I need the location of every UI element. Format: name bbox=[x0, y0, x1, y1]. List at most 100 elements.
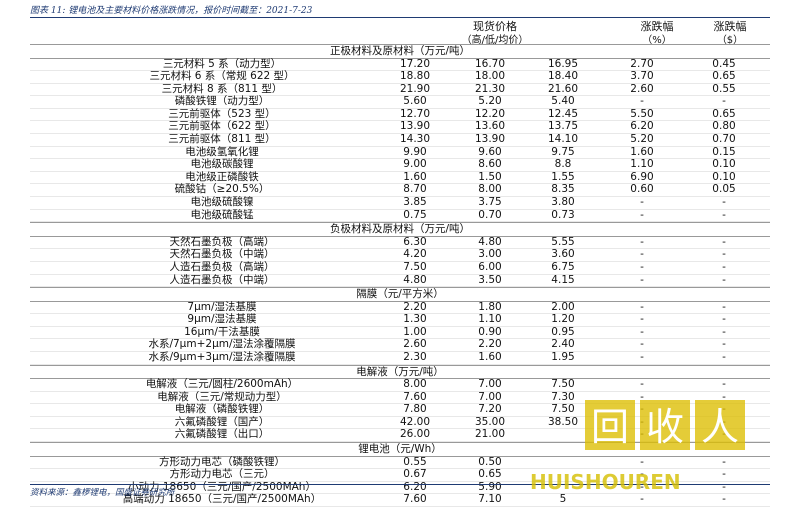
row-value: 21.30 bbox=[474, 82, 506, 95]
table-row: 硫酸钴（≥20.5%） 8.70 8.00 8.35 0.60 0.05 bbox=[30, 183, 770, 198]
row-value: 6.20 bbox=[630, 120, 654, 133]
row-value: 18.00 bbox=[474, 70, 506, 83]
row-value: 8.8 bbox=[554, 158, 572, 171]
row-value: 4.15 bbox=[551, 273, 575, 286]
row-value: 0.70 bbox=[478, 208, 502, 221]
row-value: - bbox=[722, 300, 726, 313]
row-value: - bbox=[722, 248, 726, 261]
row-value: 7.00 bbox=[478, 390, 502, 403]
table-row: 电池级氢氧化锂 9.90 9.60 9.75 1.60 0.15 bbox=[30, 145, 770, 160]
row-value: 8.00 bbox=[403, 378, 427, 391]
row-value: 0.75 bbox=[403, 208, 427, 221]
row-label: 三元材料 5 系（动力型） bbox=[162, 57, 282, 70]
row-label: 电解液（三元/常规动力型） bbox=[157, 390, 287, 403]
row-value: 8.35 bbox=[551, 183, 575, 196]
row-value: - bbox=[722, 338, 726, 351]
row-value: - bbox=[640, 273, 644, 286]
row-value: 12.20 bbox=[474, 107, 506, 120]
row-value: 0.95 bbox=[551, 325, 575, 338]
row-value: 0.10 bbox=[712, 170, 736, 183]
row-label: 水系/7μm+2μm/湿法涂覆隔膜 bbox=[148, 338, 296, 351]
row-value: - bbox=[640, 95, 644, 108]
row-value: 3.80 bbox=[551, 196, 575, 209]
table-row: 电解液（三元/圆柱/2600mAh） 8.00 7.00 7.50 - - bbox=[30, 378, 770, 392]
source-note: 资料来源：鑫椤锂电，国盛证券研究所 bbox=[30, 488, 175, 498]
row-value: 1.60 bbox=[630, 145, 654, 158]
row-value: 0.80 bbox=[712, 120, 736, 133]
row-label: 三元材料 8 系（811 型） bbox=[161, 82, 283, 95]
table-caption: 图表 11: 锂电池及主要材料价格涨跌情况，报价时间截至：2021-7-23 bbox=[30, 6, 313, 16]
row-label: 电池级硫酸镍 bbox=[190, 196, 254, 209]
row-value: - bbox=[722, 325, 726, 338]
row-value: 2.40 bbox=[551, 338, 575, 351]
table-row: 水系/7μm+2μm/湿法涂覆隔膜 2.60 2.20 2.40 - - bbox=[30, 339, 770, 352]
row-value: 14.30 bbox=[399, 133, 431, 146]
row-label: 电池级碳酸锂 bbox=[190, 158, 254, 171]
logo-char-2: 收 bbox=[646, 405, 684, 449]
row-value: - bbox=[640, 350, 644, 363]
row-value: 12.45 bbox=[547, 107, 579, 120]
row-value: 1.10 bbox=[630, 158, 654, 171]
row-value: 21.60 bbox=[547, 82, 579, 95]
row-value: 16.95 bbox=[547, 57, 579, 70]
table-row: 7μm/湿法基膜 2.20 1.80 2.00 - - bbox=[30, 300, 770, 315]
row-value: 5.40 bbox=[551, 95, 575, 108]
row-value: 18.80 bbox=[399, 70, 431, 83]
row-value: 6.75 bbox=[551, 260, 575, 273]
table-row: 三元材料 6 系（常规 622 型） 18.80 18.00 18.40 3.70 0.6… bbox=[30, 70, 770, 84]
row-value: 1.30 bbox=[403, 313, 427, 326]
row-value: 0.65 bbox=[712, 70, 736, 83]
table-row: 电池级硫酸镍 3.85 3.75 3.80 - - bbox=[30, 196, 770, 210]
row-value: 21.00 bbox=[474, 428, 506, 441]
table-row: 9μm/湿法基膜 1.30 1.10 1.20 - - bbox=[30, 314, 770, 327]
row-value: 3.75 bbox=[478, 196, 502, 209]
row-value: 7.50 bbox=[403, 260, 427, 273]
row-label: 人造石墨负极（高端） bbox=[169, 260, 275, 273]
row-value: 17.20 bbox=[399, 57, 431, 70]
row-value: - bbox=[722, 313, 726, 326]
section-title: 正极材料及原材料（万元/吨） bbox=[30, 44, 770, 59]
row-value: 35.00 bbox=[474, 415, 506, 428]
row-value: - bbox=[722, 260, 726, 273]
table-row: 水系/9μm+3μm/湿法涂覆隔膜 2.30 1.60 1.95 - - bbox=[30, 350, 770, 365]
row-value: - bbox=[722, 235, 726, 248]
row-value: - bbox=[722, 208, 726, 221]
section-title: 隔膜（元/平方米） bbox=[30, 287, 770, 302]
row-value: 2.20 bbox=[478, 338, 502, 351]
row-value: 4.20 bbox=[403, 248, 427, 261]
section-title: 负极材料及原材料（万元/吨） bbox=[30, 222, 770, 237]
row-value: 0.50 bbox=[478, 455, 502, 468]
row-value: 7.50 bbox=[551, 378, 575, 391]
row-value: 6.90 bbox=[630, 170, 654, 183]
row-value: 2.20 bbox=[403, 300, 427, 313]
row-value: 13.60 bbox=[474, 120, 506, 133]
row-value: 3.00 bbox=[478, 248, 502, 261]
row-value: 12.70 bbox=[399, 107, 431, 120]
row-value: 1.55 bbox=[551, 170, 575, 183]
row-value: 1.95 bbox=[551, 350, 575, 363]
row-value: 2.30 bbox=[403, 350, 427, 363]
row-value: 9.00 bbox=[403, 158, 427, 171]
row-value: - bbox=[640, 300, 644, 313]
row-value: 0.73 bbox=[551, 208, 575, 221]
row-value: - bbox=[640, 493, 644, 506]
row-value: 13.90 bbox=[399, 120, 431, 133]
row-label: 水系/9μm+3μm/湿法涂覆隔膜 bbox=[148, 350, 296, 363]
row-value: 9.90 bbox=[403, 145, 427, 158]
row-value: - bbox=[640, 378, 644, 391]
row-value: - bbox=[640, 313, 644, 326]
row-value: 0.05 bbox=[712, 183, 736, 196]
row-label: 硫酸钴（≥20.5%） bbox=[174, 183, 270, 196]
row-value: 1.60 bbox=[478, 350, 502, 363]
row-value: 7.20 bbox=[478, 403, 502, 416]
logo-char-1: 回 bbox=[591, 405, 629, 449]
row-value: 1.10 bbox=[478, 313, 502, 326]
table-row: 三元前驱体（811 型） 14.30 13.90 14.10 5.20 0.70 bbox=[30, 133, 770, 147]
row-value: - bbox=[640, 196, 644, 209]
row-value: 3.50 bbox=[478, 273, 502, 286]
row-label: 电池级硫酸锰 bbox=[190, 208, 254, 221]
row-value: - bbox=[640, 208, 644, 221]
row-value: 0.55 bbox=[712, 82, 736, 95]
row-label: 人造石墨负极（中端） bbox=[169, 273, 275, 286]
row-value: 2.60 bbox=[630, 82, 654, 95]
